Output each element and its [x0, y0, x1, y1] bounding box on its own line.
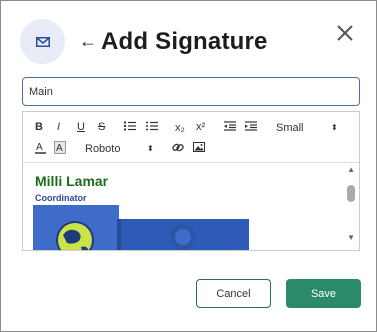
back-arrow-icon[interactable]: ←	[79, 29, 97, 53]
envelope-icon	[35, 36, 50, 47]
font-select-value: Roboto	[85, 143, 121, 155]
close-icon[interactable]	[335, 23, 355, 43]
save-button[interactable]: Save	[286, 279, 361, 308]
strikethrough-button[interactable]: S	[98, 120, 105, 134]
dialog-title: Add Signature	[101, 28, 268, 55]
signature-logo-image	[33, 205, 249, 250]
scroll-up-arrow-icon[interactable]: ▲	[347, 165, 355, 174]
size-select[interactable]: Small	[276, 121, 304, 135]
font-select-chevron-icon[interactable]: ⬍	[147, 142, 154, 156]
size-select-value: Small	[276, 122, 304, 134]
rich-text-editor: B I U S x₂ x² Small ⬍ A A Roboto ⬍ Milli…	[22, 111, 360, 251]
link-icon[interactable]	[172, 142, 184, 153]
signature-role-text: Coordinator	[35, 193, 87, 203]
svg-text:A: A	[36, 142, 43, 153]
signature-name-text: Milli Lamar	[35, 173, 109, 189]
scrollbar-thumb[interactable]	[347, 185, 355, 202]
image-icon[interactable]	[193, 142, 205, 152]
bullet-list-button[interactable]	[146, 121, 158, 135]
ordered-list-button[interactable]	[124, 121, 136, 135]
underline-button[interactable]: U	[77, 120, 85, 134]
close-button[interactable]	[335, 23, 355, 43]
size-select-chevron-icon[interactable]: ⬍	[331, 121, 338, 135]
image-button[interactable]	[193, 142, 205, 156]
editor-content[interactable]: Milli Lamar Coordinator ▲ ▼	[23, 163, 359, 250]
font-color-icon[interactable]: A	[35, 141, 46, 154]
bullet-list-icon[interactable]	[146, 121, 158, 131]
cancel-button[interactable]: Cancel	[196, 279, 271, 308]
font-color-button[interactable]: A	[35, 141, 46, 158]
editor-toolbar: B I U S x₂ x² Small ⬍ A A Roboto ⬍	[23, 112, 359, 163]
indent-icon[interactable]	[245, 121, 257, 131]
superscript-button[interactable]: x²	[196, 120, 205, 134]
highlight-button[interactable]: A	[54, 141, 66, 158]
svg-text:A: A	[56, 143, 63, 154]
envelope-badge	[20, 19, 65, 64]
add-signature-dialog: ← Add Signature B I U S	[0, 0, 377, 332]
signature-name-input[interactable]	[22, 77, 360, 106]
highlight-icon[interactable]: A	[54, 141, 66, 154]
font-select[interactable]: Roboto	[85, 142, 120, 156]
scroll-down-arrow-icon[interactable]: ▼	[347, 233, 355, 242]
outdent-icon[interactable]	[224, 121, 236, 131]
indent-button[interactable]	[245, 121, 257, 135]
subscript-button[interactable]: x₂	[175, 121, 185, 135]
link-button[interactable]	[172, 142, 184, 157]
bold-button[interactable]: B	[35, 120, 43, 134]
outdent-button[interactable]	[224, 121, 236, 135]
ordered-list-icon[interactable]	[124, 121, 136, 131]
italic-button[interactable]: I	[57, 120, 60, 134]
